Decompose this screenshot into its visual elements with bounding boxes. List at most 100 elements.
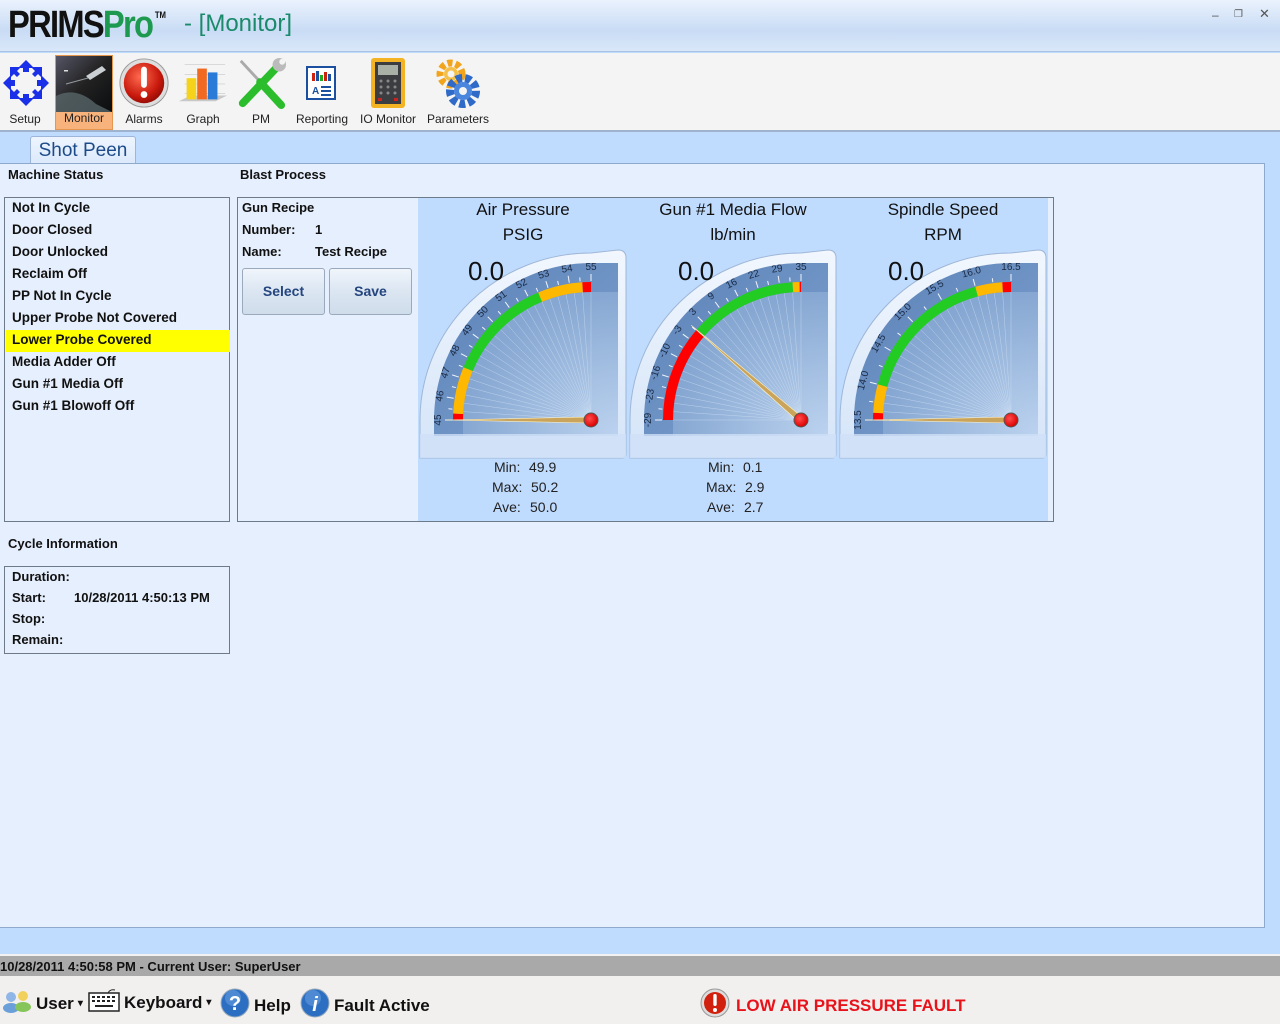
restore-icon[interactable]: ❐ bbox=[1234, 9, 1243, 20]
user-menu-button[interactable]: User ▾ bbox=[2, 988, 83, 1019]
gauge-base-strip bbox=[840, 434, 1046, 458]
users-icon bbox=[2, 988, 32, 1019]
toolbar-label: PM bbox=[252, 112, 270, 126]
toolbar-parameters-button[interactable]: Parameters bbox=[426, 55, 490, 130]
air-max-value: 50.2 bbox=[531, 479, 559, 495]
multimeter-icon bbox=[362, 55, 414, 111]
gauge-air-pressure: Air PressurePSIG454647484950515253 54 550.… bbox=[419, 200, 627, 459]
gauge-tick-label: 46 bbox=[434, 389, 447, 402]
flow-ave-value: 2.7 bbox=[744, 499, 764, 515]
gauge-unit: PSIG bbox=[503, 225, 544, 244]
toolbar-label: Alarms bbox=[125, 112, 163, 126]
gauge-tick-label: 54 bbox=[561, 263, 574, 276]
gauge-base-strip bbox=[420, 434, 626, 458]
report-document-icon: A bbox=[296, 55, 348, 111]
fault-exclamation-icon bbox=[700, 988, 730, 1023]
status-item: Upper Probe Not Covered bbox=[12, 310, 178, 325]
toolbar-io-monitor-button[interactable]: IO Monitor bbox=[356, 55, 420, 130]
gauge-title: Gun #1 Media Flow bbox=[659, 200, 807, 219]
status-item: Gun #1 Media Off bbox=[12, 376, 124, 391]
flow-ave-label: Ave: bbox=[707, 499, 735, 515]
toolbar-label: Graph bbox=[186, 112, 220, 126]
gauge-readout: 0.0 bbox=[468, 256, 504, 286]
gauge-readout: 0.0 bbox=[888, 256, 924, 286]
gauge-base-strip bbox=[630, 434, 836, 458]
gauge-tick-label: 55 bbox=[585, 262, 597, 273]
gauge-tick-label: 13.5 bbox=[853, 410, 864, 430]
recipe-name-label: Name: bbox=[242, 244, 282, 259]
monitor-photo-icon bbox=[56, 56, 112, 112]
toolbar-reporting-button[interactable]: A Reporting bbox=[293, 55, 351, 130]
gauge-unit: RPM bbox=[924, 225, 962, 244]
gauge-media-flow: Gun #1 Media Flowlb/min-29-23-16-10-3391… bbox=[629, 200, 837, 459]
svg-text:i: i bbox=[312, 994, 318, 1016]
toolbar-pm-button[interactable]: PM bbox=[234, 55, 288, 130]
logo-tm: TM bbox=[154, 10, 166, 20]
toolbar-monitor-button[interactable]: Monitor bbox=[55, 55, 113, 130]
close-icon[interactable]: ✕ bbox=[1259, 6, 1270, 22]
blast-process-box: Gun Recipe Number: 1 Name: Test Recipe S… bbox=[237, 197, 1054, 522]
gauge-tick-label: 45 bbox=[433, 414, 444, 426]
gauge-title: Spindle Speed bbox=[888, 200, 999, 219]
main-toolbar: Setup Monitor Alarms Graph PM A Reportin… bbox=[0, 53, 1280, 132]
minimize-icon[interactable]: – bbox=[1212, 8, 1219, 22]
help-button[interactable]: ? Help bbox=[220, 988, 291, 1023]
save-recipe-button[interactable]: Save bbox=[329, 268, 412, 315]
air-ave-value: 50.0 bbox=[530, 499, 558, 515]
select-recipe-button[interactable]: Select bbox=[242, 268, 325, 315]
flow-min-label: Min: bbox=[708, 459, 735, 475]
help-question-icon: ? bbox=[220, 988, 250, 1023]
chevron-down-icon: ▾ bbox=[206, 997, 212, 1008]
status-item: Not In Cycle bbox=[12, 200, 91, 215]
fault-active-button[interactable]: i Fault Active bbox=[300, 988, 430, 1023]
machine-status-heading: Machine Status bbox=[8, 167, 104, 182]
machine-status-list: Not In Cycle Door Closed Door Unlocked R… bbox=[4, 197, 230, 522]
title-bar: PRIMSPro TM - [Monitor] – ❐ ✕ bbox=[0, 0, 1280, 52]
toolbar-graph-button[interactable]: Graph bbox=[176, 55, 230, 130]
tab-strip: Shot Peen bbox=[0, 134, 1280, 164]
gauge-tick-label: 16.5 bbox=[1001, 262, 1021, 273]
logo-prims: PRIMS bbox=[8, 4, 105, 46]
gauge-tick bbox=[869, 400, 874, 403]
gears-icon bbox=[432, 55, 484, 111]
status-item: Door Closed bbox=[12, 222, 93, 237]
status-item: Gun #1 Blowoff Off bbox=[12, 398, 135, 413]
chevron-down-icon: ▾ bbox=[77, 998, 83, 1009]
toolbar-setup-button[interactable]: Setup bbox=[0, 55, 50, 130]
status-item: Reclaim Off bbox=[12, 266, 88, 281]
tab-shot-peen[interactable]: Shot Peen bbox=[30, 136, 136, 164]
remain-label: Remain: bbox=[12, 632, 64, 647]
keyboard-label: Keyboard bbox=[124, 992, 203, 1012]
bar-graph-icon bbox=[177, 55, 229, 111]
setup-arrows-icon bbox=[0, 55, 52, 111]
toolbar-alarms-button[interactable]: Alarms bbox=[115, 55, 173, 130]
stop-label: Stop: bbox=[12, 611, 46, 626]
recipe-number-value: 1 bbox=[315, 222, 323, 237]
gauge-tick-label: -29 bbox=[643, 412, 654, 427]
wrench-screwdriver-icon bbox=[235, 55, 287, 111]
info-icon: i bbox=[300, 988, 330, 1023]
air-min-value: 49.9 bbox=[529, 459, 557, 475]
toolbar-label: Parameters bbox=[426, 112, 490, 126]
status-item-highlighted: Lower Probe Covered bbox=[6, 330, 230, 352]
cycle-info-heading: Cycle Information bbox=[8, 536, 118, 551]
gauge-readout: 0.0 bbox=[678, 256, 714, 286]
recipe-name-value: Test Recipe bbox=[315, 244, 388, 259]
window-title: - [Monitor] bbox=[184, 10, 293, 37]
air-max-label: Max: bbox=[492, 479, 523, 495]
gauge-band bbox=[873, 384, 888, 414]
flow-max-label: Max: bbox=[706, 479, 737, 495]
start-value: 10/28/2011 4:50:13 PM bbox=[74, 590, 210, 605]
keyboard-menu-button[interactable]: Keyboard ▾ bbox=[88, 988, 211, 1017]
toolbar-label: IO Monitor bbox=[359, 112, 416, 126]
fault-alert[interactable]: LOW AIR PRESSURE FAULT bbox=[700, 988, 966, 1023]
status-item: PP Not In Cycle bbox=[12, 288, 112, 303]
gauge-band bbox=[975, 282, 1004, 297]
toolbar-label: Reporting bbox=[295, 112, 349, 126]
gauge-tick bbox=[991, 278, 994, 283]
toolbar-label: Monitor bbox=[63, 111, 104, 125]
toolbar-label: Setup bbox=[9, 112, 41, 126]
fault-alert-text: LOW AIR PRESSURE FAULT bbox=[736, 995, 966, 1015]
air-min-label: Min: bbox=[494, 459, 521, 475]
gauge-needle-cap bbox=[1003, 412, 1019, 428]
